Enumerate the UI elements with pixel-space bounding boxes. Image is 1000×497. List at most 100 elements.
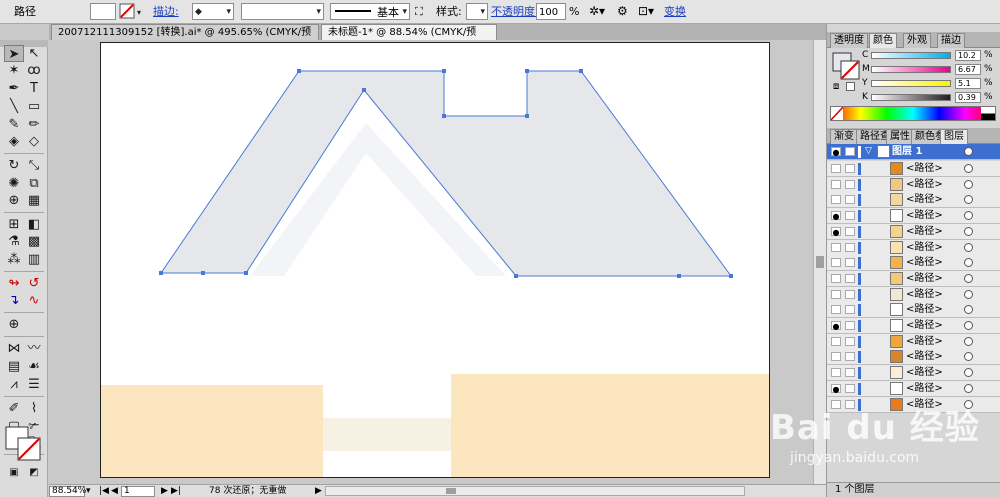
anchor-point[interactable]	[159, 271, 163, 275]
prev-page-icon[interactable]: ◀	[111, 485, 118, 497]
zoom-dropdown-icon[interactable]: ▾	[86, 485, 91, 497]
eye-icon[interactable]	[831, 352, 841, 362]
direct-selection-tool-icon[interactable]: ↖	[24, 45, 44, 62]
anchor-point[interactable]	[729, 274, 733, 278]
path-name[interactable]: <路径>	[906, 257, 943, 269]
tab-appearance[interactable]: 外观	[903, 33, 931, 48]
style-dropdown[interactable]: ▾	[466, 3, 488, 20]
lock-toggle[interactable]	[845, 147, 855, 156]
scale-tool-icon[interactable]: ⤡	[24, 157, 44, 174]
eye-icon[interactable]: ●	[831, 383, 841, 394]
channel-slider-c[interactable]	[871, 52, 951, 59]
layer-row[interactable]: <路径>	[827, 349, 1000, 366]
lock-toggle[interactable]	[845, 179, 855, 189]
path-name[interactable]: <路径>	[906, 320, 943, 332]
selection-tool-icon[interactable]: ➤	[4, 45, 24, 62]
lock-toggle[interactable]	[845, 383, 855, 393]
eye-icon[interactable]: ●	[831, 211, 841, 221]
path-name[interactable]: <路径>	[906, 367, 943, 379]
layer-row[interactable]: <路径>	[827, 161, 1000, 177]
type-tool-icon[interactable]: T	[24, 80, 44, 97]
magic-wand-tool-icon[interactable]: ✶	[4, 62, 24, 79]
free-transform-tool-icon[interactable]: ⧉	[24, 175, 44, 192]
eyedropper-icon[interactable]: ✐	[4, 400, 24, 417]
target-icon[interactable]	[964, 258, 973, 268]
eyedropper-tool-icon[interactable]: ⚗	[4, 233, 24, 250]
layer-row[interactable]: ● <路径>	[827, 208, 1000, 225]
channel-value[interactable]: 0.39	[955, 92, 981, 103]
path-name[interactable]: <路径>	[906, 210, 943, 222]
fill-swatch[interactable]	[90, 3, 116, 20]
path-name[interactable]: <路径>	[906, 351, 943, 363]
anchor-point[interactable]	[514, 274, 518, 278]
eye-icon[interactable]	[831, 336, 841, 346]
gear-icon[interactable]: ⚙	[617, 3, 628, 20]
path-name[interactable]: <路径>	[906, 383, 943, 395]
blob-brush-tool-icon[interactable]: ◈	[4, 133, 24, 150]
none-swatch[interactable]	[830, 106, 844, 121]
envelope-tool-icon[interactable]: 〰	[24, 340, 44, 357]
path-name[interactable]: <路径>	[906, 226, 943, 238]
lock-toggle[interactable]	[845, 336, 855, 346]
lock-toggle[interactable]	[845, 368, 855, 378]
target-icon[interactable]	[964, 321, 973, 330]
anchor-point[interactable]	[442, 69, 446, 73]
target-icon[interactable]	[964, 179, 973, 189]
lock-toggle[interactable]	[845, 289, 855, 299]
page-field[interactable]: 1	[121, 486, 155, 497]
anchor-point[interactable]	[201, 271, 205, 275]
lock-toggle[interactable]	[845, 352, 855, 362]
next-page-icon[interactable]: ▶	[161, 485, 168, 497]
layer-row[interactable]: <路径>	[827, 270, 1000, 287]
lock-toggle[interactable]	[845, 164, 855, 173]
width-tool-icon[interactable]: ↴	[4, 292, 24, 309]
target-icon[interactable]	[964, 336, 973, 346]
variable-width-dropdown[interactable]: ▾	[241, 3, 324, 20]
shape-builder-tool-icon[interactable]: ⊕	[4, 192, 24, 209]
stroke-profile-dropdown[interactable]: 基本 ▾	[330, 3, 410, 20]
pen-tool-icon[interactable]: ✒	[4, 80, 24, 97]
opacity-field[interactable]: 100	[536, 3, 566, 20]
eye-icon[interactable]	[831, 195, 841, 205]
graph-line-tool-icon[interactable]: ⩘	[4, 376, 24, 393]
artboard[interactable]	[100, 42, 770, 478]
rectangle-tool-icon[interactable]: ▭	[24, 98, 44, 115]
layer-row[interactable]: <路径>	[827, 333, 1000, 350]
target-icon[interactable]	[964, 164, 973, 173]
canvas-area[interactable]	[49, 40, 813, 484]
opacity-link[interactable]: 不透明度:	[491, 3, 539, 20]
lock-toggle[interactable]	[845, 242, 855, 252]
base-strip-middle[interactable]	[323, 418, 451, 451]
anchor-point[interactable]	[362, 88, 366, 92]
zoom-field[interactable]: 88.54%	[49, 486, 86, 497]
channel-slider-m[interactable]	[871, 66, 951, 73]
eye-icon[interactable]	[831, 164, 841, 173]
eye-icon[interactable]	[831, 179, 841, 189]
stroke-swatch[interactable]: ▾	[118, 3, 148, 20]
tab-color[interactable]: 颜色	[869, 33, 897, 48]
eraser-tool-icon[interactable]: ◇	[24, 133, 44, 150]
eye-icon[interactable]	[831, 289, 841, 299]
channel-value[interactable]: 5.1	[955, 78, 981, 89]
eye-icon[interactable]: ●	[831, 226, 841, 237]
channel-value[interactable]: 10.2	[955, 50, 981, 61]
tab-stroke[interactable]: 描边	[937, 33, 965, 48]
path-name[interactable]: <路径>	[906, 289, 943, 301]
target-icon[interactable]	[964, 383, 973, 393]
lock-toggle[interactable]	[845, 258, 855, 268]
lock-toggle[interactable]	[845, 305, 855, 315]
layer-row[interactable]: <路径>	[827, 192, 1000, 209]
blend-tool-icon[interactable]: ⋈	[4, 340, 24, 357]
layer-row[interactable]: <路径>	[827, 239, 1000, 256]
base-block-right[interactable]	[451, 374, 770, 478]
horizontal-scrollbar[interactable]	[325, 486, 745, 496]
chart-tool-icon[interactable]: ▤	[4, 358, 24, 375]
layer-row[interactable]: ● <路径>	[827, 223, 1000, 240]
status-menu-icon[interactable]: ▶	[315, 485, 322, 497]
crosshair-tool-icon[interactable]: ⊕	[4, 316, 24, 333]
brush-options-icon[interactable]: ⛶	[415, 3, 429, 20]
pencil-tool-icon[interactable]: ✏	[24, 116, 44, 133]
base-block-left[interactable]	[101, 385, 323, 478]
anchor-point[interactable]	[525, 114, 529, 118]
lock-toggle[interactable]	[845, 273, 855, 283]
